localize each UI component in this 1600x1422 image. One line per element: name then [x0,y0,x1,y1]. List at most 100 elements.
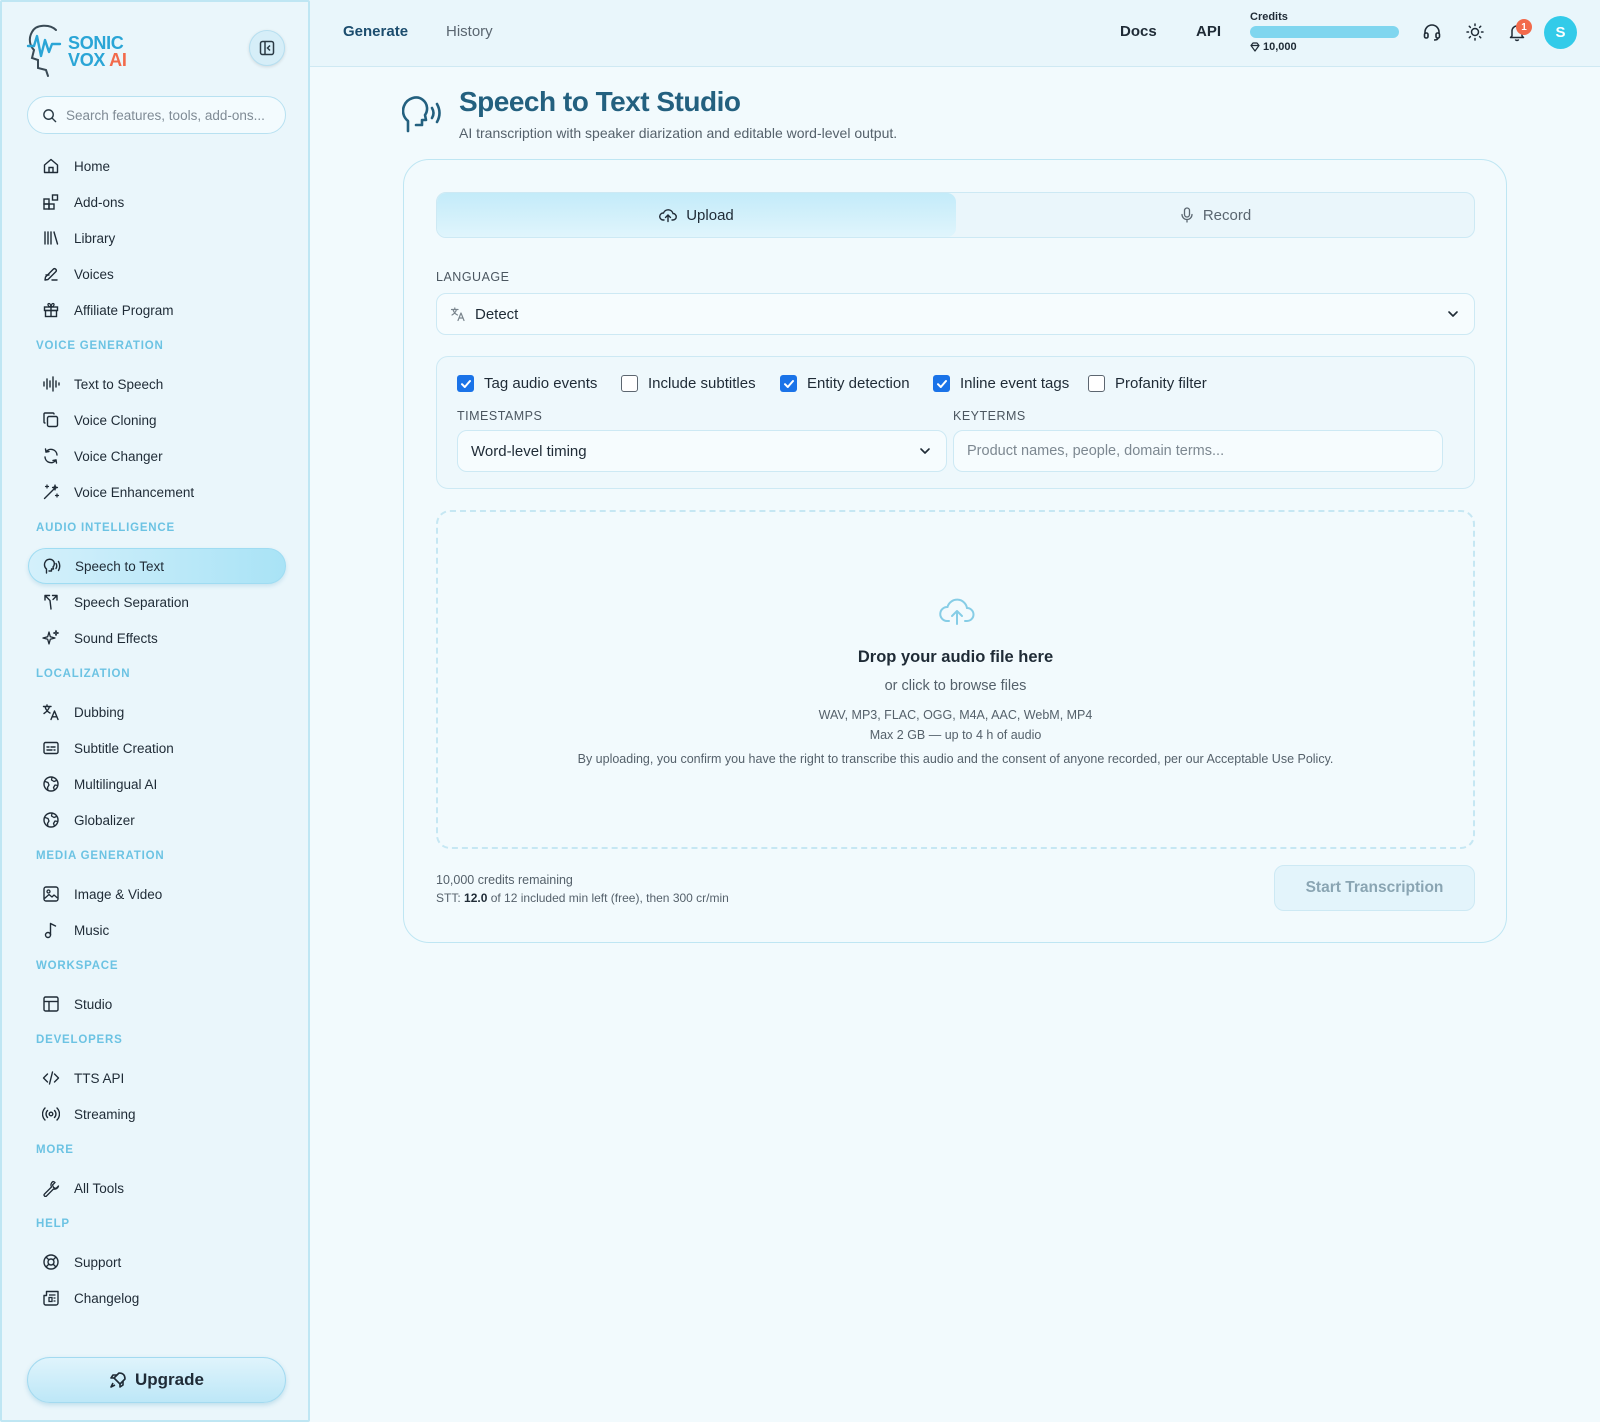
docs-link[interactable]: Docs [1120,23,1157,40]
sidebar-item-voice-cloning[interactable]: Voice Cloning [28,402,286,438]
tab-history[interactable]: History [446,23,493,40]
section-heading-developers: DEVELOPERS [36,1034,123,1046]
upgrade-button[interactable]: Upgrade [27,1357,286,1403]
sidebar-item-label: Changelog [74,1290,140,1306]
sidebar-item-home[interactable]: Home [28,148,286,184]
sidebar-item-globalizer[interactable]: Globalizer [28,802,286,838]
keyterms-field[interactable] [953,430,1443,472]
record-tab[interactable]: Record [956,193,1474,237]
sidebar-item-voice-enhancement[interactable]: Voice Enhancement [28,474,286,510]
sidebar-item-speech-separation[interactable]: Speech Separation [28,584,286,620]
sidebar-item-dubbing[interactable]: Dubbing [28,694,286,730]
credits-amount: 10,000 [1263,41,1297,53]
stt-usage: STT: 12.0 of 12 included min left (free)… [436,891,729,905]
refresh-icon [44,448,58,464]
magic-wand-icon [43,484,60,500]
option-label: Inline event tags [960,375,1070,392]
captions-icon [43,741,59,755]
keyterms-label: KEYTERMS [953,409,1026,423]
sidebar-item-add-ons[interactable]: Add-ons [28,184,286,220]
option-inline-event-tags[interactable]: Inline event tags [933,375,1069,392]
sidebar-item-label: Voice Enhancement [74,484,195,500]
search-box[interactable] [27,96,286,134]
upload-tab-label: Upload [686,206,734,224]
microphone-icon [1181,207,1193,223]
sidebar-item-image-and-video[interactable]: Image & Video [28,876,286,912]
sidebar-item-affiliate-program[interactable]: Affiliate Program [28,292,286,328]
avatar[interactable]: S [1544,16,1577,49]
sidebar-item-music[interactable]: Music [28,912,286,948]
sidebar-item-label: Text to Speech [74,376,164,392]
file-dropzone[interactable]: Drop your audio file here or click to br… [436,510,1475,849]
credits-value: 10,000 [1250,41,1297,53]
globe-icon [43,812,59,828]
option-include-subtitles[interactable]: Include subtitles [621,375,756,392]
sidebar-item-text-to-speech[interactable]: Text to Speech [28,366,286,402]
sidebar-item-label: Image & Video [74,886,163,902]
checkmark-icon [460,379,471,388]
sidebar-item-sound-effects[interactable]: Sound Effects [28,620,286,656]
sidebar-item-multilingual-ai[interactable]: Multilingual AI [28,766,286,802]
sidebar-item-label: TTS API [74,1070,125,1086]
sun-icon[interactable] [1465,22,1485,42]
checkbox-unchecked[interactable] [621,375,638,392]
dropzone-limits: Max 2 GB — up to 4 h of audio [869,728,1042,742]
headset-icon[interactable] [1422,22,1442,42]
speech-to-text-icon [402,96,441,133]
timestamps-value: Word-level timing [471,442,587,460]
upload-tab[interactable]: Upload [437,193,956,237]
brand-line2: VOX [68,50,106,70]
checkbox-checked[interactable] [933,375,950,392]
timestamps-select[interactable]: Word-level timing [457,430,947,472]
sidebar-item-all-tools[interactable]: All Tools [28,1170,286,1206]
upgrade-label: Upgrade [135,1370,204,1389]
sidebar-item-streaming[interactable]: Streaming [28,1096,286,1132]
api-link[interactable]: API [1196,23,1221,40]
sidebar-item-label: All Tools [74,1180,125,1196]
chevron-down-icon [1448,311,1458,317]
option-label: Include subtitles [648,375,756,392]
sidebar-item-label: Library [74,230,116,246]
sidebar-item-label: Voice Changer [74,448,163,464]
sidebar-item-library[interactable]: Library [28,220,286,256]
checkmark-icon [783,379,794,388]
option-profanity-filter[interactable]: Profanity filter [1088,375,1207,392]
sidebar-item-tts-api[interactable]: TTS API [28,1060,286,1096]
sidebar-item-support[interactable]: Support [28,1244,286,1280]
sidebar-item-label: Dubbing [74,704,125,720]
sidebar-item-label: Speech Separation [74,594,189,610]
transcription-card: Upload Record LANGUAGE Detect Tag audio … [403,159,1507,943]
home-icon [43,158,59,174]
sidebar-item-voices[interactable]: Voices [28,256,286,292]
sidebar-item-subtitle-creation[interactable]: Subtitle Creation [28,730,286,766]
tab-generate[interactable]: Generate [343,23,408,40]
mode-toggle: Upload Record [436,192,1475,238]
option-entity-detection[interactable]: Entity detection [780,375,910,392]
brand-ai: AI [109,50,127,70]
checkbox-checked[interactable] [780,375,797,392]
sidebar-item-label: Music [74,922,110,938]
cloud-upload-icon [939,598,975,625]
dropzone-subtitle: or click to browse files [884,678,1027,694]
sidebar-item-label: Globalizer [74,812,135,828]
sidebar-item-changelog[interactable]: Changelog [28,1280,286,1316]
checkbox-unchecked[interactable] [1088,375,1105,392]
sidebar-item-studio[interactable]: Studio [28,986,286,1022]
checkbox-checked[interactable] [457,375,474,392]
option-tag-audio-events[interactable]: Tag audio events [457,375,597,392]
sidebar-item-voice-changer[interactable]: Voice Changer [28,438,286,474]
keyterms-input[interactable] [967,443,1427,459]
search-input[interactable] [66,107,281,123]
section-heading-workspace: WORKSPACE [36,960,119,972]
sidebar: SONIC VOX AI Home Add-ons Library Voices Aff… [0,0,310,1422]
logo[interactable]: SONIC VOX AI [26,22,138,78]
wrench-icon [43,1180,60,1197]
lifebuoy-icon [43,1254,59,1270]
gift-icon [43,302,59,318]
language-select[interactable]: Detect [436,293,1475,335]
collapse-sidebar-button[interactable] [249,30,285,66]
start-transcription-button[interactable]: Start Transcription [1274,865,1475,911]
sidebar-item-label: Voices [74,266,114,282]
sidebar-item-speech-to-text[interactable]: Speech to Text [28,548,286,584]
image-icon [43,886,59,902]
